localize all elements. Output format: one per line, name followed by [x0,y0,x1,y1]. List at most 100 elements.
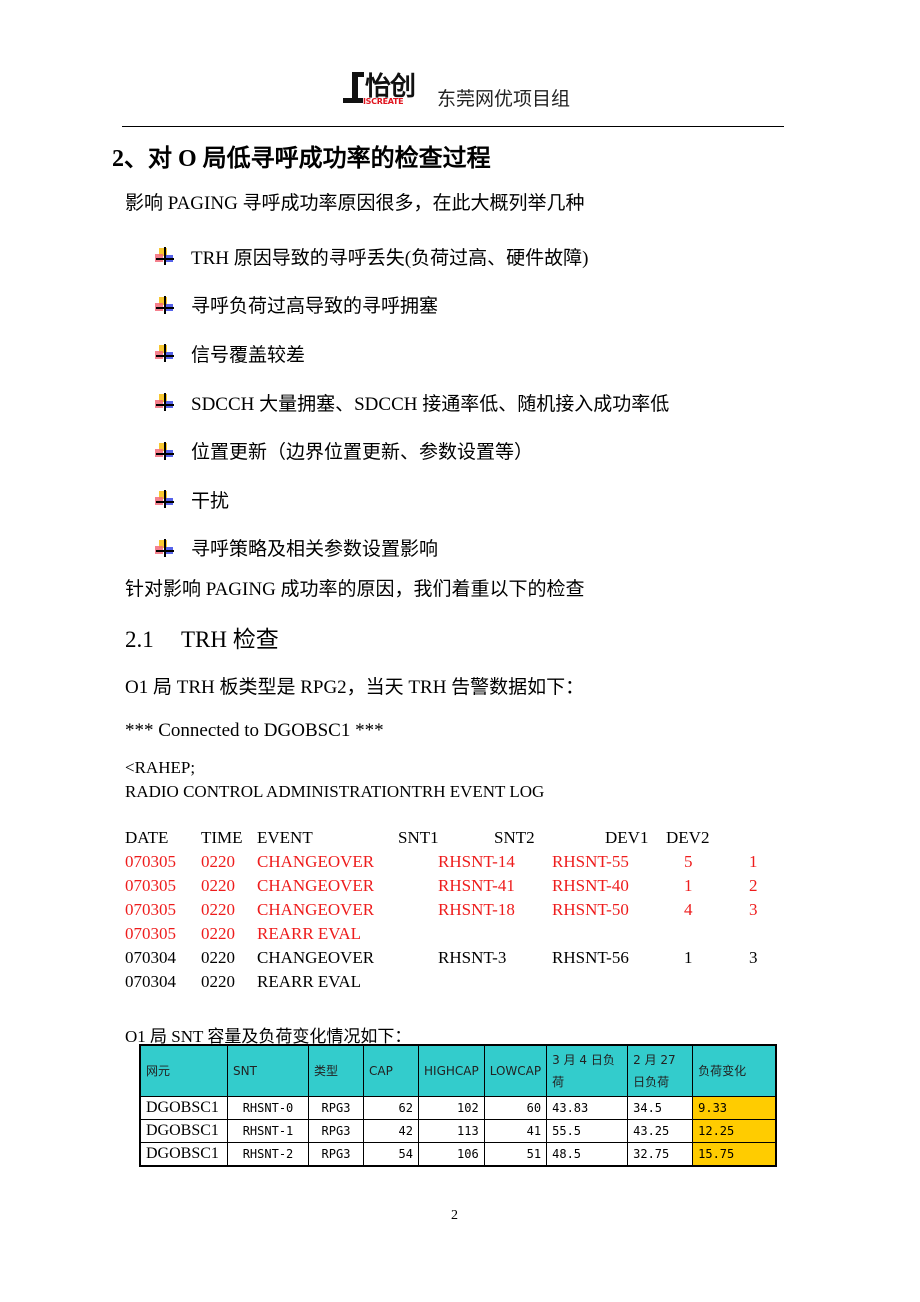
cell-load-feb27: 34.5 [627,1096,694,1120]
list-item: 寻呼策略及相关参数设置影响 [155,524,669,573]
cell-type: RPG3 [308,1096,364,1120]
bullet-cross-icon [155,441,177,460]
cell-cap: 62 [363,1096,419,1120]
log-time: 0220 [201,876,235,895]
cell-highcap: 106 [418,1142,485,1167]
subsection-number: 2.1 [125,627,154,652]
iscreate-logo: 怡创 ISCREATE [343,68,423,108]
th-network-element: 网元 [139,1044,228,1097]
th-load-mar4: 3 月 4 日负荷 [546,1044,629,1097]
section-heading: 2、对 O 局低寻呼成功率的检查过程 [112,146,491,172]
log-event: CHANGEOVER [257,948,375,967]
log-dev2: 1 [749,852,758,871]
th-type: 类型 [308,1044,364,1097]
list-item: 寻呼负荷过高导致的寻呼拥塞 [155,281,669,330]
bullet-cross-icon [155,344,177,363]
cell-snt: RHSNT-2 [227,1142,309,1167]
list-item-text: 位置更新（边界位置更新、参数设置等） [191,442,534,464]
log-dev2: 2 [749,876,758,895]
snt-capacity-table: 网元 SNT 类型 CAP HIGHCAP LOWCAP 3 月 4 日负荷 2… [139,1044,778,1167]
col-date: DATE [125,828,169,847]
table-row: DGOBSC1 RHSNT-2 RPG3 54 106 51 48.5 32.75 15.75 [139,1142,777,1167]
log-dev1: 5 [684,852,693,871]
list-item-text: 寻呼负荷过高导致的寻呼拥塞 [191,296,439,318]
cell-cap: 42 [363,1119,419,1143]
col-time: TIME [201,828,243,847]
th-lowcap: LOWCAP [483,1044,548,1097]
th-snt: SNT [227,1044,309,1097]
log-event: CHANGEOVER [257,876,375,895]
cell-load-mar4: 48.5 [546,1142,629,1167]
log-snt1: RHSNT-41 [438,876,515,895]
col-snt1: SNT1 [398,828,439,847]
bullet-cross-icon [155,538,177,557]
subsection-title: TRH 检查 [181,627,279,652]
cell-highcap: 102 [418,1096,485,1120]
log-snt2: RHSNT-50 [552,900,629,919]
log-snt2: RHSNT-56 [552,948,629,967]
log-snt2: RHSNT-40 [552,876,629,895]
th-load-change: 负荷变化 [692,1044,777,1097]
table-row: DGOBSC1 RHSNT-0 RPG3 62 102 60 43.83 34.5 9.33 [139,1096,777,1120]
list-item-text: SDCCH 大量拥塞、SDCCH 接通率低、随机接入成功率低 [191,393,670,415]
list-item-text: TRH 原因导致的寻呼丢失(负荷过高、硬件故障) [191,247,589,269]
subsection-heading: 2.1 TRH 检查 [125,620,279,654]
log-snt2: RHSNT-55 [552,852,629,871]
command-line: <RAHEP; [125,758,196,777]
log-date: 070305 [125,924,176,943]
cell-cap: 54 [363,1142,419,1167]
cell-network-element: DGOBSC1 [139,1142,228,1167]
log-dev2: 3 [749,900,758,919]
outro-paragraph: 针对影响 PAGING 成功率的原因，我们着重以下的检查 [125,579,585,600]
log-event: REARR EVAL [257,924,362,943]
log-dev1: 4 [684,900,693,919]
page-number: 2 [451,1208,458,1223]
table-header-row: 网元 SNT 类型 CAP HIGHCAP LOWCAP 3 月 4 日负荷 2… [139,1044,777,1097]
logo-english-text: ISCREATE [363,97,404,106]
list-item-text: 干扰 [191,490,230,512]
cell-network-element: DGOBSC1 [139,1096,228,1120]
project-group-title: 东莞网优项目组 [437,89,571,110]
intro-paragraph: 影响 PAGING 寻呼成功率原因很多，在此大概列举几种 [125,193,585,214]
cell-load-mar4: 43.83 [546,1096,629,1120]
log-time: 0220 [201,948,235,967]
log-time: 0220 [201,852,235,871]
log-date: 070305 [125,900,176,919]
cell-type: RPG3 [308,1119,364,1143]
page-header: 怡创 ISCREATE 东莞网优项目组 [0,62,920,112]
log-snt1: RHSNT-14 [438,852,515,871]
list-item-text: 寻呼策略及相关参数设置影响 [191,539,439,561]
list-item-text: 信号覆盖较差 [191,344,306,366]
log-date: 070304 [125,948,176,967]
cell-load-feb27: 43.25 [627,1119,694,1143]
bullet-cross-icon [155,247,177,266]
col-snt2: SNT2 [494,828,535,847]
log-time: 0220 [201,972,235,991]
table-row: DGOBSC1 RHSNT-1 RPG3 42 113 41 55.5 43.25 12.25 [139,1119,777,1143]
log-date: 070305 [125,852,176,871]
cell-highcap: 113 [418,1119,485,1143]
log-time: 0220 [201,924,235,943]
col-dev1: DEV1 [605,828,649,847]
col-dev2: DEV2 [666,828,710,847]
log-snt1: RHSNT-18 [438,900,515,919]
log-dev1: 1 [684,876,693,895]
cell-load-change: 9.33 [692,1096,777,1120]
cell-snt: RHSNT-1 [227,1119,309,1143]
log-date: 070304 [125,972,176,991]
col-event: EVENT [257,828,313,847]
bullet-cross-icon [155,393,177,412]
cell-network-element: DGOBSC1 [139,1119,228,1143]
list-item: 信号覆盖较差 [155,329,669,378]
bullet-cross-icon [155,295,177,314]
list-item: 位置更新（边界位置更新、参数设置等） [155,426,669,475]
cell-lowcap: 60 [483,1096,548,1120]
trh-description: O1 局 TRH 板类型是 RPG2，当天 TRH 告警数据如下： [125,677,585,698]
cell-lowcap: 51 [483,1142,548,1167]
cell-type: RPG3 [308,1142,364,1167]
cell-lowcap: 41 [483,1119,548,1143]
logo-top-bar [352,72,364,77]
cell-load-change: 15.75 [692,1142,777,1167]
th-highcap: HIGHCAP [418,1044,485,1097]
cell-load-mar4: 55.5 [546,1119,629,1143]
